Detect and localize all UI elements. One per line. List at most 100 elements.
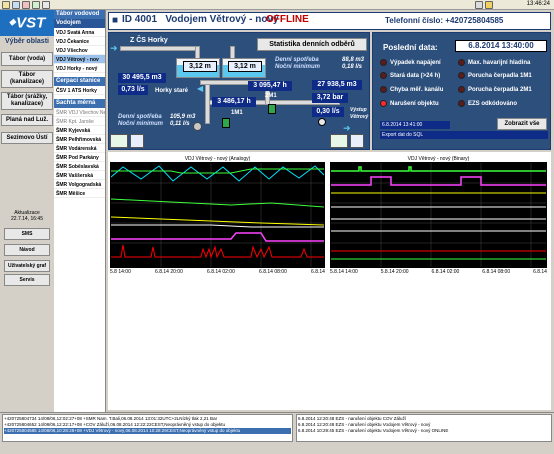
led-icon [380, 86, 387, 93]
series-magenta [111, 232, 324, 242]
alarm-power: Výpadek napájení [380, 59, 441, 66]
settings-icon[interactable] [42, 1, 50, 9]
led-icon [380, 59, 387, 66]
list-item-selected[interactable]: VDJ Větrový - nov [54, 55, 105, 64]
list-item[interactable]: ŠMR Pelhřimovská [54, 135, 105, 144]
last-data-date: 6.8.2014 13:40:00 [455, 40, 547, 52]
series-yellow [110, 216, 325, 226]
area-button-tabor-kanalizace[interactable]: Tábor (kanalizace) [1, 70, 53, 88]
led-icon [458, 59, 465, 66]
log-row-selected[interactable]: +420725804585 14/08/06,10:28:28+08 +VDJ … [4, 428, 291, 434]
object-list: Tábor vodovod Vodojem VDJ Svatá Anna VDJ… [54, 10, 106, 412]
table-icon[interactable] [130, 134, 144, 148]
inlet-pipe [120, 46, 200, 51]
list-item[interactable]: ŠMR Kpt. Jaroše [54, 117, 105, 126]
show-all-button[interactable]: Zobrazit vše [497, 118, 547, 130]
list-item[interactable]: ŠMR Vaššerská [54, 171, 105, 180]
list-item[interactable]: ŠMR Pod Parkány [54, 153, 105, 162]
x-tick: 6.8.14 02:00 [207, 269, 235, 275]
alarm-channel: Chyba měř. kanálu [380, 86, 443, 93]
list-item[interactable]: VDJ Všechov [54, 46, 105, 55]
alarm-label: Chyba měř. kanálu [390, 86, 444, 93]
analog-x-axis: 5.8 14:00 6.8.14 20:00 6.8.14 02:00 6.8.14 … [110, 269, 325, 275]
binary-chart-title: VDJ Větrový - nový (Binary) [407, 156, 470, 162]
tank-left-level: 3,12 m [183, 61, 217, 72]
consumption-left-values: 105,9 m3 0,11 l/s [170, 114, 196, 127]
area-select-title: Výběr oblasti [5, 38, 49, 45]
logo-mark-icon: ❖ [8, 17, 17, 28]
print-icon[interactable] [22, 1, 30, 9]
export-sql-link[interactable]: Export dat do SQL [380, 131, 548, 139]
led-icon [458, 86, 465, 93]
alarm-label: Výpadek napájení [390, 59, 441, 66]
led-icon [458, 100, 465, 107]
x-tick: 6.8.14 [533, 269, 547, 275]
sms-button[interactable]: SMS [4, 228, 50, 240]
list-item[interactable]: ŠMR Volgogradská [54, 180, 105, 189]
led-icon [380, 72, 387, 79]
volume-in: 30 495,5 m3 [118, 73, 166, 83]
event-log[interactable]: 6.8.2014 12:20:48 EZS - narušení objektu… [296, 414, 552, 442]
navod-button[interactable]: Návod [4, 244, 50, 256]
refresh-icon[interactable] [32, 1, 40, 9]
inlet-arrow-icon: ➜ [110, 43, 118, 53]
list-item[interactable]: VDJ Čekanice [54, 37, 105, 46]
log-row[interactable]: 6.8.2014 10:29:45 EZS - narušení objektu… [298, 428, 550, 434]
sms-log[interactable]: +420725804734 14/08/06,12:02:27+08 +SMR … [2, 414, 293, 442]
x-tick: 5.8.14 14:00 [330, 269, 358, 275]
servis-button[interactable]: Servis [4, 274, 50, 286]
series-white [111, 224, 324, 228]
open-icon[interactable] [2, 1, 10, 9]
table-icon[interactable] [350, 134, 364, 148]
group-header[interactable]: Vodojem [54, 19, 105, 28]
list-item[interactable]: ŠMR Kyjevská [54, 126, 105, 135]
x-tick: 6.8.14 08:00 [259, 269, 287, 275]
last-data-label: Poslední data: [383, 43, 438, 52]
alarm-label: Porucha čerpadla 1M1 [468, 72, 532, 79]
area-button-tabor-voda[interactable]: Tábor (voda) [1, 52, 53, 66]
alarm-label: Narušení objektu [390, 100, 439, 107]
alarm-label: Stará data (>24 h) [390, 72, 441, 79]
list-item[interactable]: VDJ Horky - nový [54, 64, 105, 73]
area-button-sezimovo[interactable]: Sezimovo Ústí [1, 132, 53, 144]
alarm-label: EZS odkódováno [468, 100, 518, 107]
user-graph-button[interactable]: Uživatelský graf [4, 260, 50, 272]
grid [111, 163, 324, 267]
group-header[interactable]: Šachta měrná [54, 99, 105, 108]
outlet-arrow-icon: ➜ [343, 123, 351, 133]
tank-right-level: 3,12 m [228, 61, 262, 72]
alarm-pump-2m1: Porucha čerpadla 2M1 [458, 86, 532, 93]
trend-icon[interactable] [110, 134, 128, 148]
consumption-left-label: Denní spotřeba Noční minimum [118, 114, 164, 127]
area-button-tabor-srazky[interactable]: Tábor (srážky, kanalizace) [1, 92, 53, 110]
output-label: Výstup Větrový [350, 107, 369, 120]
list-item[interactable]: ŠMR Soběslavská [54, 162, 105, 171]
alarm-ezs: EZS odkódováno [458, 100, 517, 107]
list-item[interactable]: ŠMR Vodárenská [54, 144, 105, 153]
trend-icon[interactable] [330, 134, 348, 148]
pump-2m1-icon [268, 104, 276, 114]
list-item[interactable]: ČSV 1 ATS Horky [54, 86, 105, 95]
daily-stats-button[interactable]: Statistika denních odběrů [257, 38, 367, 51]
alarm-intrusion: Narušení objektu [380, 100, 439, 107]
series-red [111, 244, 324, 259]
x-tick: 6.8.14 20:00 [155, 269, 183, 275]
save-icon[interactable] [12, 1, 20, 9]
group-header[interactable]: Tábor vodovod [54, 10, 105, 19]
phone-number: Telefonní číslo: +420725804585 [385, 16, 504, 25]
analog-chart-title: VDJ Větrový - nový (Analogy) [184, 156, 251, 162]
bin-magenta [331, 176, 546, 186]
consumption-right-label: Denní spotřeba Noční minimum [275, 57, 321, 70]
consumption-right-values: 88,8 m3 0,18 l/s [342, 57, 365, 70]
list-item[interactable]: ŠMR Měšice [54, 189, 105, 198]
list-item[interactable]: VDJ Svatá Anna [54, 28, 105, 37]
flow-out: 0,30 l/s [312, 107, 344, 117]
tray-icon [475, 1, 483, 9]
pressure-out: 3,72 bar [312, 93, 348, 103]
clock: 13:46:24 [526, 1, 550, 7]
area-button-plana[interactable]: Planá nad Luž. [1, 114, 53, 126]
group-header[interactable]: Čerpací stanice [54, 77, 105, 86]
status-badge: OFFLINE [266, 14, 309, 25]
list-item[interactable]: ŠMR VDJ Všechov Ne [54, 108, 105, 117]
flow-in: 0,73 l/s [118, 85, 148, 95]
